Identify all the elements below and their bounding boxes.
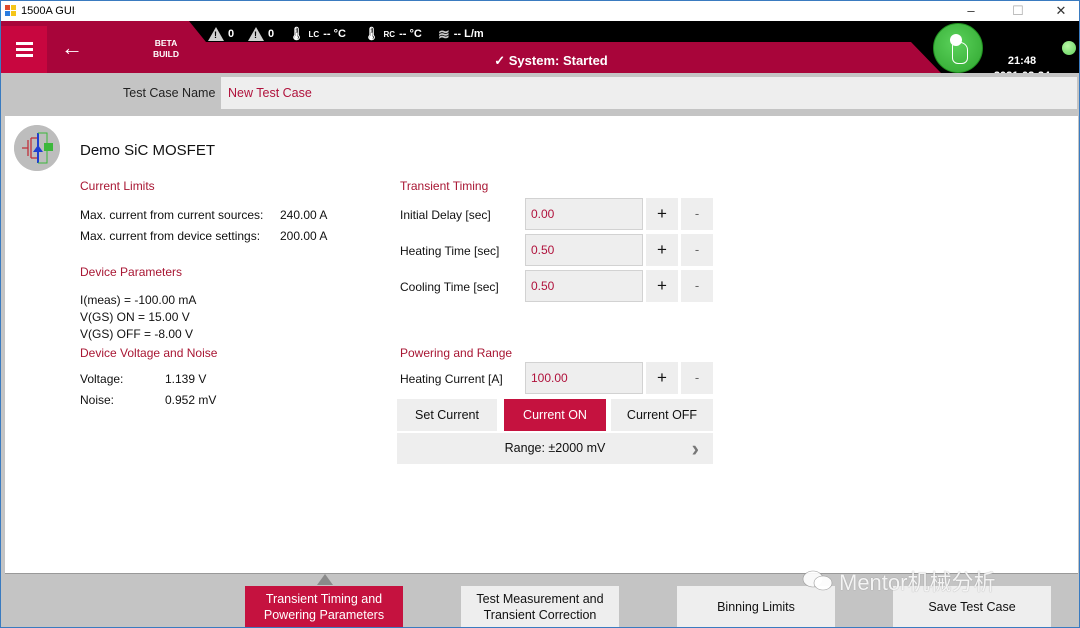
arrow-left-icon: ←: [61, 35, 83, 60]
heating-time-plus-button[interactable]: +: [646, 234, 678, 266]
warning-count: 0: [228, 28, 235, 40]
flow-waves-icon: ≋: [438, 25, 450, 42]
noise-value: 0.952 mV: [165, 393, 217, 407]
temp-lc-indicator: 🌡︎ LC -- °C: [288, 25, 346, 43]
hamburger-icon-bar: [16, 54, 33, 57]
range-button[interactable]: Range: ±2000 mV ›: [397, 433, 713, 464]
heating-current-label: Heating Current [A]: [400, 372, 503, 386]
current-limit-value: 200.00 A: [280, 229, 328, 243]
current-limits-title: Current Limits: [80, 179, 155, 193]
date-label: 2021-02-24: [989, 69, 1055, 73]
voltage-label: Voltage:: [80, 372, 124, 386]
temp-lc-label: LC: [308, 29, 320, 39]
tab-label-line: Transient Timing and: [265, 591, 383, 606]
time-label: 21:48: [1007, 55, 1037, 67]
heating-time-label: Heating Time [sec]: [400, 244, 500, 258]
voltage-value: 1.139 V: [165, 372, 207, 386]
heating-current-plus-button[interactable]: +: [646, 362, 678, 394]
wechat-icon: [802, 570, 833, 591]
heating-time-minus-button[interactable]: -: [681, 234, 713, 266]
beta-label: BETA: [154, 38, 178, 48]
cooling-time-minus-button[interactable]: -: [681, 270, 713, 302]
flow-indicator: ≋ -- L/m: [438, 25, 484, 43]
connection-status-led: [1062, 41, 1076, 55]
back-button[interactable]: ←: [57, 33, 87, 63]
temp-rc-label: RC: [383, 29, 396, 39]
voltage-noise-title: Device Voltage and Noise: [80, 346, 218, 360]
set-current-button[interactable]: Set Current: [397, 399, 497, 431]
active-tab-pointer: [317, 574, 333, 585]
mosfet-icon: [14, 125, 60, 171]
range-label: Range: ±2000 mV: [504, 441, 606, 455]
hamburger-icon-bar: [16, 48, 33, 51]
app-window: 1500A GUI – ☐ ✕ ← BETA BUILD 0 0 🌡︎ LC: [0, 0, 1080, 628]
warning-indicator-2: 0: [248, 25, 274, 43]
cooling-time-plus-button[interactable]: +: [646, 270, 678, 302]
heating-time-input[interactable]: [525, 234, 643, 266]
noise-label: Noise:: [80, 393, 115, 407]
powering-range-title: Powering and Range: [400, 346, 513, 360]
initial-delay-label: Initial Delay [sec]: [400, 208, 491, 222]
beta-build-badge: BETA BUILD: [143, 38, 189, 60]
hamburger-icon: [16, 42, 33, 45]
cooling-time-input[interactable]: [525, 270, 643, 302]
tab-label-line: Test Measurement and: [476, 591, 604, 606]
initial-delay-plus-button[interactable]: +: [646, 198, 678, 230]
thermometer-icon: 🌡︎: [288, 26, 305, 41]
transient-timing-title: Transient Timing: [400, 179, 489, 193]
touch-start-button[interactable]: [933, 23, 983, 73]
app-icon: [5, 5, 16, 16]
test-case-row: Test Case Name: [3, 74, 1079, 114]
test-case-name-input[interactable]: [221, 77, 1077, 109]
close-button[interactable]: ✕: [1041, 1, 1080, 21]
clock: 21:48 2021-02-24: [989, 54, 1055, 73]
tab-transient-timing[interactable]: Transient Timing and Powering Parameters: [245, 586, 403, 627]
device-parameter: V(GS) ON = 15.00 V: [80, 310, 190, 324]
tab-label-line: Powering Parameters: [263, 607, 385, 622]
temp-lc-value: -- °C: [323, 28, 346, 40]
heating-current-input[interactable]: [525, 362, 643, 394]
tab-label-line: Save Test Case: [928, 599, 1016, 614]
current-off-button[interactable]: Current OFF: [611, 399, 713, 431]
app-header: ← BETA BUILD 0 0 🌡︎ LC -- °C 🌡︎ RC -- °C…: [1, 21, 1079, 73]
system-status: ✓ System: Started: [494, 53, 608, 68]
window-title: 1500A GUI: [21, 5, 75, 17]
temp-rc-value: -- °C: [399, 28, 422, 40]
warning-indicator-1: 0: [208, 25, 234, 43]
device-name: Demo SiC MOSFET: [80, 142, 216, 159]
initial-delay-input[interactable]: [525, 198, 643, 230]
current-limit-label: Max. current from device settings:: [80, 229, 261, 243]
test-case-name-label: Test Case Name: [123, 86, 216, 100]
device-parameter: V(GS) OFF = -8.00 V: [80, 327, 194, 341]
cooling-time-label: Cooling Time [sec]: [400, 280, 499, 294]
watermark-text: Mentor机械分析: [839, 570, 996, 595]
minimize-button[interactable]: –: [951, 1, 991, 21]
warning-count: 0: [268, 28, 275, 40]
temp-rc-indicator: 🌡︎ RC -- °C: [363, 25, 422, 43]
current-limit-label: Max. current from current sources:: [80, 208, 264, 222]
warning-icon: [208, 27, 224, 41]
hand-pointer-icon: [952, 42, 968, 64]
device-parameter: I(meas) = -100.00 mA: [80, 293, 197, 307]
menu-button[interactable]: [1, 26, 47, 73]
flow-value: -- L/m: [453, 28, 484, 40]
build-label: BUILD: [153, 49, 179, 59]
heating-current-minus-button[interactable]: -: [681, 362, 713, 394]
chevron-right-icon: ›: [691, 436, 699, 461]
current-limit-value: 240.00 A: [280, 208, 328, 222]
title-bar: 1500A GUI – ☐ ✕: [1, 1, 1079, 21]
tab-test-measurement[interactable]: Test Measurement and Transient Correction: [461, 586, 619, 627]
current-on-button[interactable]: Current ON: [504, 399, 606, 431]
tab-label-line: Transient Correction: [483, 607, 597, 622]
initial-delay-minus-button[interactable]: -: [681, 198, 713, 230]
watermark: Mentor机械分析: [801, 565, 995, 597]
thermometer-icon: 🌡︎: [363, 26, 380, 41]
device-parameters-title: Device Parameters: [80, 265, 183, 279]
warning-icon: [248, 27, 264, 41]
tab-label-line: Binning Limits: [717, 599, 795, 614]
maximize-button[interactable]: ☐: [998, 1, 1038, 21]
main-panel: Demo SiC MOSFET Current Limits Max. curr…: [5, 116, 1078, 574]
